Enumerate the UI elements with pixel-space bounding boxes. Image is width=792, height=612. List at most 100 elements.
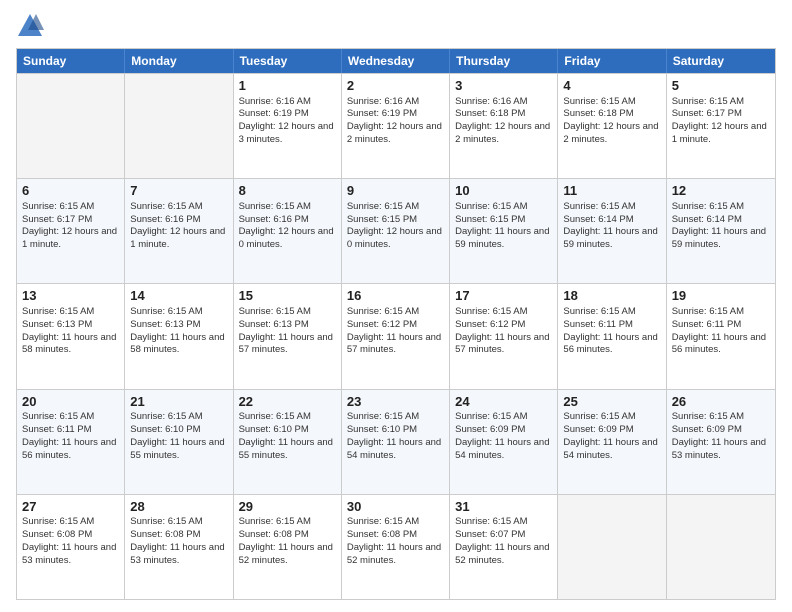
- day-number: 26: [672, 393, 770, 411]
- day-number: 20: [22, 393, 119, 411]
- day-cell-25: 25Sunrise: 6:15 AM Sunset: 6:09 PM Dayli…: [558, 390, 666, 494]
- day-info: Sunrise: 6:15 AM Sunset: 6:10 PM Dayligh…: [130, 411, 224, 460]
- day-cell-24: 24Sunrise: 6:15 AM Sunset: 6:09 PM Dayli…: [450, 390, 558, 494]
- day-number: 5: [672, 77, 770, 95]
- day-cell-3: 3Sunrise: 6:16 AM Sunset: 6:18 PM Daylig…: [450, 74, 558, 178]
- calendar: SundayMondayTuesdayWednesdayThursdayFrid…: [16, 48, 776, 600]
- day-cell-4: 4Sunrise: 6:15 AM Sunset: 6:18 PM Daylig…: [558, 74, 666, 178]
- day-number: 29: [239, 498, 336, 516]
- day-cell-7: 7Sunrise: 6:15 AM Sunset: 6:16 PM Daylig…: [125, 179, 233, 283]
- day-number: 11: [563, 182, 660, 200]
- day-number: 16: [347, 287, 444, 305]
- day-info: Sunrise: 6:15 AM Sunset: 6:09 PM Dayligh…: [455, 411, 549, 460]
- day-info: Sunrise: 6:15 AM Sunset: 6:10 PM Dayligh…: [239, 411, 333, 460]
- day-number: 6: [22, 182, 119, 200]
- day-info: Sunrise: 6:15 AM Sunset: 6:08 PM Dayligh…: [130, 516, 224, 565]
- day-info: Sunrise: 6:15 AM Sunset: 6:17 PM Dayligh…: [22, 201, 117, 250]
- day-info: Sunrise: 6:15 AM Sunset: 6:13 PM Dayligh…: [239, 306, 333, 355]
- day-info: Sunrise: 6:15 AM Sunset: 6:07 PM Dayligh…: [455, 516, 549, 565]
- empty-cell: [17, 74, 125, 178]
- day-cell-28: 28Sunrise: 6:15 AM Sunset: 6:08 PM Dayli…: [125, 495, 233, 599]
- day-cell-30: 30Sunrise: 6:15 AM Sunset: 6:08 PM Dayli…: [342, 495, 450, 599]
- day-cell-17: 17Sunrise: 6:15 AM Sunset: 6:12 PM Dayli…: [450, 284, 558, 388]
- day-info: Sunrise: 6:15 AM Sunset: 6:16 PM Dayligh…: [239, 201, 334, 250]
- day-info: Sunrise: 6:15 AM Sunset: 6:15 PM Dayligh…: [347, 201, 442, 250]
- page: SundayMondayTuesdayWednesdayThursdayFrid…: [0, 0, 792, 612]
- day-cell-2: 2Sunrise: 6:16 AM Sunset: 6:19 PM Daylig…: [342, 74, 450, 178]
- day-cell-15: 15Sunrise: 6:15 AM Sunset: 6:13 PM Dayli…: [234, 284, 342, 388]
- day-number: 12: [672, 182, 770, 200]
- day-of-week-monday: Monday: [125, 49, 233, 73]
- day-info: Sunrise: 6:15 AM Sunset: 6:09 PM Dayligh…: [672, 411, 766, 460]
- day-cell-22: 22Sunrise: 6:15 AM Sunset: 6:10 PM Dayli…: [234, 390, 342, 494]
- day-number: 18: [563, 287, 660, 305]
- day-cell-8: 8Sunrise: 6:15 AM Sunset: 6:16 PM Daylig…: [234, 179, 342, 283]
- day-info: Sunrise: 6:15 AM Sunset: 6:17 PM Dayligh…: [672, 96, 767, 145]
- day-number: 14: [130, 287, 227, 305]
- day-cell-10: 10Sunrise: 6:15 AM Sunset: 6:15 PM Dayli…: [450, 179, 558, 283]
- logo: [16, 12, 48, 40]
- empty-cell: [125, 74, 233, 178]
- day-number: 30: [347, 498, 444, 516]
- day-number: 21: [130, 393, 227, 411]
- day-cell-23: 23Sunrise: 6:15 AM Sunset: 6:10 PM Dayli…: [342, 390, 450, 494]
- day-info: Sunrise: 6:15 AM Sunset: 6:08 PM Dayligh…: [347, 516, 441, 565]
- day-number: 10: [455, 182, 552, 200]
- day-cell-19: 19Sunrise: 6:15 AM Sunset: 6:11 PM Dayli…: [667, 284, 775, 388]
- day-info: Sunrise: 6:15 AM Sunset: 6:12 PM Dayligh…: [347, 306, 441, 355]
- day-number: 2: [347, 77, 444, 95]
- day-info: Sunrise: 6:15 AM Sunset: 6:10 PM Dayligh…: [347, 411, 441, 460]
- day-cell-1: 1Sunrise: 6:16 AM Sunset: 6:19 PM Daylig…: [234, 74, 342, 178]
- day-cell-9: 9Sunrise: 6:15 AM Sunset: 6:15 PM Daylig…: [342, 179, 450, 283]
- day-cell-5: 5Sunrise: 6:15 AM Sunset: 6:17 PM Daylig…: [667, 74, 775, 178]
- day-info: Sunrise: 6:15 AM Sunset: 6:18 PM Dayligh…: [563, 96, 658, 145]
- day-number: 7: [130, 182, 227, 200]
- day-number: 28: [130, 498, 227, 516]
- day-number: 13: [22, 287, 119, 305]
- day-number: 27: [22, 498, 119, 516]
- week-row-4: 20Sunrise: 6:15 AM Sunset: 6:11 PM Dayli…: [17, 389, 775, 494]
- day-number: 1: [239, 77, 336, 95]
- day-cell-20: 20Sunrise: 6:15 AM Sunset: 6:11 PM Dayli…: [17, 390, 125, 494]
- day-cell-6: 6Sunrise: 6:15 AM Sunset: 6:17 PM Daylig…: [17, 179, 125, 283]
- day-number: 22: [239, 393, 336, 411]
- calendar-body: 1Sunrise: 6:16 AM Sunset: 6:19 PM Daylig…: [17, 73, 775, 599]
- day-info: Sunrise: 6:15 AM Sunset: 6:11 PM Dayligh…: [22, 411, 116, 460]
- day-info: Sunrise: 6:16 AM Sunset: 6:19 PM Dayligh…: [239, 96, 334, 145]
- day-number: 4: [563, 77, 660, 95]
- day-of-week-friday: Friday: [558, 49, 666, 73]
- day-of-week-wednesday: Wednesday: [342, 49, 450, 73]
- day-number: 9: [347, 182, 444, 200]
- day-info: Sunrise: 6:15 AM Sunset: 6:13 PM Dayligh…: [22, 306, 116, 355]
- day-number: 24: [455, 393, 552, 411]
- day-cell-18: 18Sunrise: 6:15 AM Sunset: 6:11 PM Dayli…: [558, 284, 666, 388]
- logo-icon: [16, 12, 44, 40]
- calendar-header: SundayMondayTuesdayWednesdayThursdayFrid…: [17, 49, 775, 73]
- day-number: 3: [455, 77, 552, 95]
- day-info: Sunrise: 6:16 AM Sunset: 6:19 PM Dayligh…: [347, 96, 442, 145]
- day-info: Sunrise: 6:15 AM Sunset: 6:15 PM Dayligh…: [455, 201, 549, 250]
- empty-cell: [667, 495, 775, 599]
- day-info: Sunrise: 6:16 AM Sunset: 6:18 PM Dayligh…: [455, 96, 550, 145]
- day-info: Sunrise: 6:15 AM Sunset: 6:11 PM Dayligh…: [563, 306, 657, 355]
- day-info: Sunrise: 6:15 AM Sunset: 6:16 PM Dayligh…: [130, 201, 225, 250]
- day-number: 25: [563, 393, 660, 411]
- day-cell-21: 21Sunrise: 6:15 AM Sunset: 6:10 PM Dayli…: [125, 390, 233, 494]
- week-row-1: 1Sunrise: 6:16 AM Sunset: 6:19 PM Daylig…: [17, 73, 775, 178]
- day-number: 19: [672, 287, 770, 305]
- day-number: 31: [455, 498, 552, 516]
- day-cell-16: 16Sunrise: 6:15 AM Sunset: 6:12 PM Dayli…: [342, 284, 450, 388]
- day-number: 23: [347, 393, 444, 411]
- day-cell-11: 11Sunrise: 6:15 AM Sunset: 6:14 PM Dayli…: [558, 179, 666, 283]
- day-info: Sunrise: 6:15 AM Sunset: 6:14 PM Dayligh…: [672, 201, 766, 250]
- day-info: Sunrise: 6:15 AM Sunset: 6:11 PM Dayligh…: [672, 306, 766, 355]
- day-info: Sunrise: 6:15 AM Sunset: 6:08 PM Dayligh…: [239, 516, 333, 565]
- day-of-week-saturday: Saturday: [667, 49, 775, 73]
- day-number: 15: [239, 287, 336, 305]
- day-info: Sunrise: 6:15 AM Sunset: 6:09 PM Dayligh…: [563, 411, 657, 460]
- day-number: 17: [455, 287, 552, 305]
- week-row-5: 27 Sunrise: 6:15 AM Sunset: 6:08 PM Dayli…: [17, 494, 775, 599]
- week-row-2: 6Sunrise: 6:15 AM Sunset: 6:17 PM Daylig…: [17, 178, 775, 283]
- day-info: Sunrise: 6:15 AM Sunset: 6:12 PM Dayligh…: [455, 306, 549, 355]
- day-cell-12: 12Sunrise: 6:15 AM Sunset: 6:14 PM Dayli…: [667, 179, 775, 283]
